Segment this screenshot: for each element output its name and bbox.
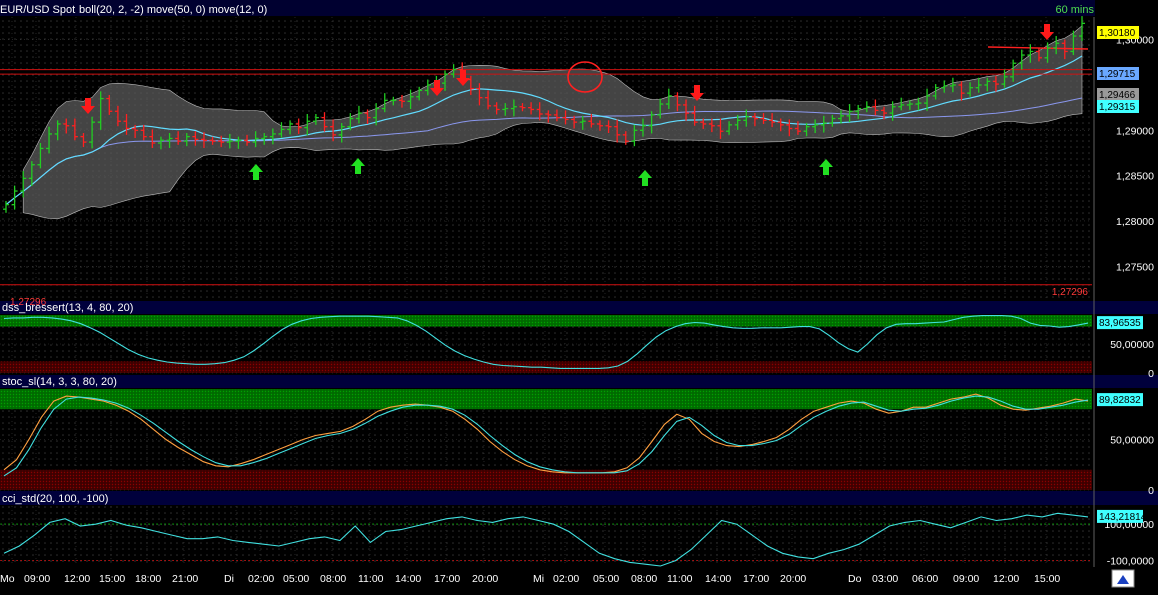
time-label: 12:00 bbox=[64, 573, 90, 585]
time-label: 17:00 bbox=[743, 573, 769, 585]
time-label: 09:00 bbox=[953, 573, 979, 585]
time-label: 05:00 bbox=[593, 573, 619, 585]
time-label: 09:00 bbox=[24, 573, 50, 585]
time-label: 11:00 bbox=[358, 573, 384, 585]
symbol-label: EUR/USD Spot bbox=[0, 4, 75, 16]
value-tag-label: 83,96535 bbox=[1099, 318, 1141, 329]
time-label: 12:00 bbox=[993, 573, 1019, 585]
time-label: 20:00 bbox=[780, 573, 806, 585]
time-label: 15:00 bbox=[1034, 573, 1060, 585]
time-label: 08:00 bbox=[631, 573, 657, 585]
time-label: 06:00 bbox=[912, 573, 938, 585]
price-tick-label: 1,28500 bbox=[1116, 171, 1154, 183]
time-label: 15:00 bbox=[99, 573, 125, 585]
price-tag-label: 1,29315 bbox=[1099, 102, 1136, 113]
osc-tick-label: 0 bbox=[1148, 368, 1154, 380]
time-label: Mi bbox=[533, 573, 544, 585]
time-label: 11:00 bbox=[667, 573, 693, 585]
overbought-zone bbox=[0, 315, 1092, 327]
time-label: 02:00 bbox=[553, 573, 579, 585]
price-tag-label: 1,30180 bbox=[1099, 28, 1136, 39]
panel-title: cci_std(20, 100, -100) bbox=[2, 493, 108, 505]
osc-tick-label: -100,0000 bbox=[1107, 556, 1154, 568]
time-label: Mo bbox=[0, 573, 15, 585]
panel-title-bar bbox=[0, 491, 1158, 505]
panel-title: stoc_sl(14, 3, 3, 80, 20) bbox=[2, 376, 117, 388]
panel-title: dss_bressert(13, 4, 80, 20) bbox=[2, 302, 133, 314]
time-label: Di bbox=[224, 573, 234, 585]
time-label: 20:00 bbox=[472, 573, 498, 585]
panel-title-bar bbox=[0, 375, 1158, 388]
osc-tick-label: 50,00000 bbox=[1110, 339, 1154, 351]
time-label: 05:00 bbox=[283, 573, 309, 585]
price-tick-label: 1,27500 bbox=[1116, 261, 1154, 273]
time-label: 08:00 bbox=[320, 573, 346, 585]
time-label: 14:00 bbox=[395, 573, 421, 585]
time-label: 21:00 bbox=[172, 573, 198, 585]
panel-title-bar bbox=[0, 301, 1158, 314]
value-tag-label: 143,21814 bbox=[1099, 512, 1147, 523]
price-tick-label: 1,28000 bbox=[1116, 216, 1154, 228]
osc-tick-label: 0 bbox=[1148, 485, 1154, 497]
indicator-list: boll(20, 2, -2) move(50, 0) move(12, 0) bbox=[79, 4, 267, 16]
chart-canvas[interactable]: 1,272961,27296 1,300001,290001,285001,28… bbox=[0, 0, 1158, 590]
time-label: Do bbox=[848, 573, 862, 585]
timeframe-label: 60 mins bbox=[1055, 4, 1094, 16]
price-tag-label: 1,29715 bbox=[1099, 69, 1136, 80]
level-label-right: 1,27296 bbox=[1052, 287, 1089, 298]
price-axis: 1,300001,290001,285001,280001,275001,301… bbox=[1097, 26, 1154, 273]
price-tick-label: 1,29000 bbox=[1116, 125, 1154, 137]
price-tag-label: 1,29466 bbox=[1099, 90, 1136, 101]
chart-window: 1,27296 1,27296 1,30000 1,29000 1,28500 1,28… bbox=[0, 0, 1158, 590]
time-label: 03:00 bbox=[872, 573, 898, 585]
grid-dots bbox=[0, 506, 1092, 566]
time-label: 14:00 bbox=[705, 573, 731, 585]
time-label: 18:00 bbox=[135, 573, 161, 585]
value-tag-label: 89,82832 bbox=[1099, 395, 1141, 406]
time-label: 17:00 bbox=[434, 573, 460, 585]
time-label: 02:00 bbox=[248, 573, 274, 585]
oversold-zone bbox=[0, 469, 1092, 490]
osc-tick-label: 50,00000 bbox=[1110, 435, 1154, 447]
